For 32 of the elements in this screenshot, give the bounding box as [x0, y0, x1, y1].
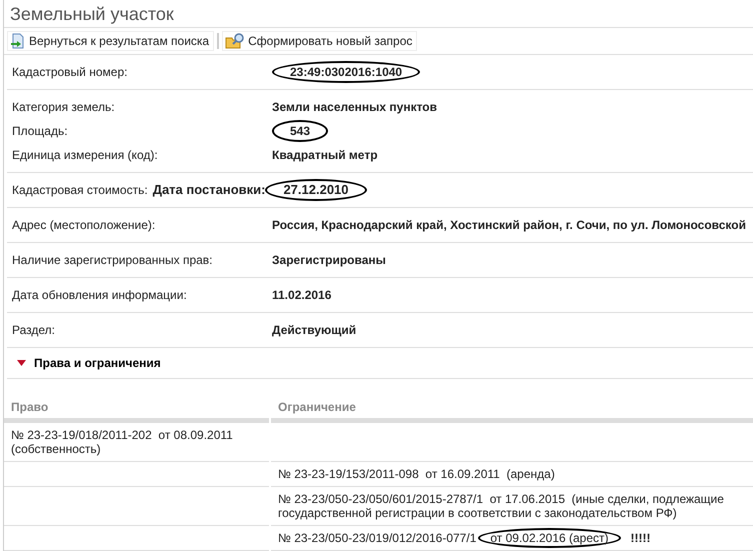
column-header: Ограничение	[271, 396, 753, 423]
field-label: Адрес (местоположение):	[12, 218, 156, 232]
field-value: Квадратный метр	[272, 148, 378, 162]
circled-text: от 09.02.2016 (арест)	[478, 528, 621, 548]
restriction-text: № 23-23/050-23/050/601/2015-2787/1 от 17.06.2015 (иные сделки, подлежащие государственной регистрации в соответствии с законодательством РФ)	[278, 492, 725, 520]
table-cell: № 23-23-19/018/2011-202 от 08.09.2011 (собственность)	[4, 423, 269, 462]
restriction-text: № 23-23-19/153/2011-098 от 16.09.2011 (аренда)	[278, 467, 555, 481]
toolbar-button[interactable]: Вернуться к результатам поиска	[7, 31, 214, 51]
restriction-text: № 23-23/050-23/019/012/2016-077/1	[278, 531, 476, 545]
field-label: Кадастровый номер:	[12, 65, 128, 79]
folder-search-icon	[225, 33, 246, 49]
document-arrow-icon	[10, 33, 26, 49]
field-label: Категория земель:	[12, 100, 116, 114]
circled-value: 543	[272, 120, 328, 142]
column-header: Право	[4, 396, 269, 423]
field-value: Действующий	[272, 323, 356, 337]
field-label: Наличие зарегистрированных прав:	[12, 253, 214, 267]
field-label: Кадастровая стоимость:	[12, 183, 148, 197]
field-sublabel: Дата постановки:	[152, 183, 266, 197]
field-label: Дата обновления информации:	[12, 288, 188, 302]
field-label: Единица измерения (код):	[12, 148, 159, 162]
field-value: Земли населенных пунктов	[272, 100, 438, 114]
circled-value: 27.12.2010	[265, 179, 367, 201]
field-value: Зарегистрированы	[272, 253, 386, 267]
page-title: Земельный участок	[4, 0, 753, 28]
field-value: 11.02.2016	[272, 288, 332, 302]
field-label: Раздел:	[12, 323, 56, 337]
circled-value: 23:49:0302016:1040	[272, 61, 420, 83]
toolbar-button[interactable]: Сформировать новый запрос	[222, 31, 418, 51]
field-value: Россия, Краснодарский край, Хостинский район, г. Сочи, по ул. Ломоносовской	[272, 218, 746, 232]
exclamation-note: !!!!!	[630, 531, 651, 545]
field-label: Площадь:	[12, 124, 69, 138]
